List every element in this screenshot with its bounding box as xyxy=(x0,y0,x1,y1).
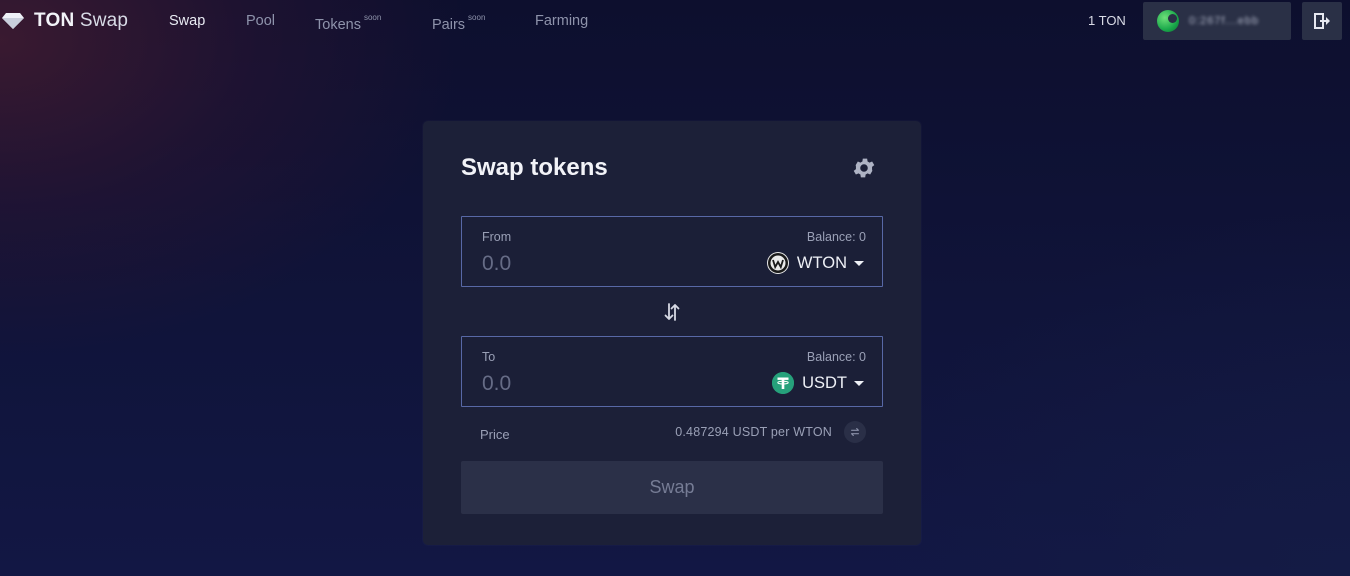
brand-name: TON Swap xyxy=(34,10,128,32)
nav-link-pool[interactable]: Pool xyxy=(246,13,275,29)
brand-logo[interactable]: TON Swap xyxy=(2,8,128,34)
nav-link-farming[interactable]: Farming xyxy=(535,13,588,29)
chevron-down-icon xyxy=(854,380,864,386)
to-amount-input[interactable] xyxy=(482,370,682,398)
wallet-address: 0:267f...ebb xyxy=(1189,15,1260,27)
logout-button[interactable] xyxy=(1302,2,1342,40)
nav-link-tokens[interactable]: Tokens soon xyxy=(315,13,381,33)
nav-link-label: Farming xyxy=(535,13,589,29)
swap-button[interactable]: Swap xyxy=(461,461,883,514)
logout-icon xyxy=(1314,13,1330,29)
refresh-icon xyxy=(851,428,859,436)
from-amount-input[interactable] xyxy=(482,250,682,278)
nav-link-label: Tokens xyxy=(315,17,361,33)
to-balance: Balance: 0 xyxy=(806,350,866,364)
wton-logo-icon xyxy=(766,252,789,274)
to-token-box: To Balance: 0 USDT xyxy=(461,336,883,407)
brand-name-light: Swap xyxy=(79,10,129,31)
wallet-avatar-icon xyxy=(1157,10,1179,32)
card-title: Swap tokens xyxy=(461,154,608,181)
swap-direction-icon[interactable] xyxy=(660,300,684,324)
brand-name-bold: TON xyxy=(34,10,75,31)
nav-link-label: Pool xyxy=(246,13,276,29)
chevron-down-icon xyxy=(854,260,864,266)
settings-gear-icon[interactable] xyxy=(851,155,877,181)
to-label: To xyxy=(482,350,496,364)
diamond-icon xyxy=(2,13,24,29)
soon-badge: soon xyxy=(468,13,486,22)
soon-badge: soon xyxy=(363,13,382,22)
nav-link-label: Pairs xyxy=(432,17,466,33)
nav-link-label: Swap xyxy=(169,13,206,29)
nav-link-pairs[interactable]: Pairs soon xyxy=(432,13,485,33)
swap-card: Swap tokens From Balance: 0 WTON To Bala… xyxy=(423,121,921,545)
from-balance: Balance: 0 xyxy=(806,230,866,244)
from-token-box: From Balance: 0 WTON xyxy=(461,216,883,287)
ton-balance: 1 TON xyxy=(1088,13,1126,28)
top-navbar: TON Swap Swap Pool Tokens soon Pairs soon … xyxy=(0,0,1350,42)
to-token-select[interactable]: USDT xyxy=(772,372,864,394)
from-token-name: WTON xyxy=(796,253,847,272)
from-label: From xyxy=(482,230,512,244)
price-invert-button[interactable] xyxy=(844,421,866,443)
price-value: 0.487294 USDT per WTON xyxy=(675,425,832,439)
wallet-button[interactable]: 0:267f...ebb xyxy=(1143,2,1291,40)
to-token-name: USDT xyxy=(802,373,847,392)
price-label: Price xyxy=(480,427,510,442)
nav-link-swap[interactable]: Swap xyxy=(169,13,205,29)
tether-logo-icon xyxy=(772,372,795,394)
from-token-select[interactable]: WTON xyxy=(766,252,864,274)
